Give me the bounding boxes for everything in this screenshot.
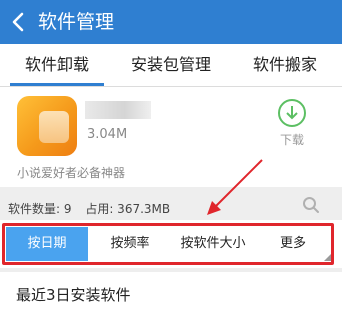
storage-usage: 占用: 367.3MB	[85, 202, 171, 216]
app-card[interactable]: 3.04M 下载 小说爱好者必备神器	[0, 87, 342, 187]
back-arrow-icon[interactable]	[8, 10, 28, 34]
tab-app-move[interactable]: 软件搬家	[228, 44, 342, 86]
download-button[interactable]	[278, 99, 306, 127]
app-icon	[17, 96, 77, 156]
search-icon[interactable]	[302, 196, 320, 214]
active-tab-indicator	[10, 83, 104, 86]
section-title: 最近3日安装软件	[16, 286, 131, 304]
recent-installs-section: 最近3日安装软件	[0, 272, 342, 320]
download-label: 下载	[279, 133, 304, 147]
tab-bar: 软件卸载 安装包管理 软件搬家	[0, 44, 342, 87]
tab-uninstall[interactable]: 软件卸载	[0, 44, 114, 86]
app-size: 3.04M	[87, 127, 128, 142]
app-description: 小说爱好者必备神器	[17, 166, 126, 180]
highlight-box	[2, 223, 334, 265]
page-title: 软件管理	[38, 11, 115, 33]
storage-stats: 软件数量: 9 占用: 367.3MB	[8, 200, 180, 217]
app-name-redacted	[85, 101, 151, 119]
app-count: 软件数量: 9	[8, 202, 72, 216]
app-icon-blurred-glyph	[39, 111, 69, 143]
tab-package-manage[interactable]: 安装包管理	[114, 44, 228, 86]
download-arrow-icon	[286, 106, 298, 120]
title-bar: 软件管理	[0, 0, 342, 44]
